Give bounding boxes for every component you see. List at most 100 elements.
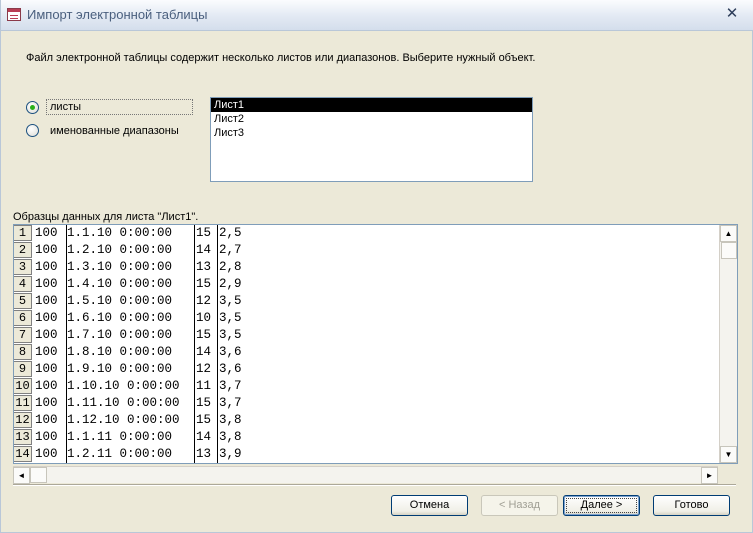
table-cell: 100 bbox=[35, 277, 58, 291]
table-cell: 15 bbox=[196, 396, 212, 410]
row-number: 5 bbox=[14, 293, 32, 309]
sample-data-label: Образцы данных для листа "Лист1". bbox=[13, 211, 199, 223]
table-cell: 100 bbox=[35, 396, 58, 410]
import-spreadsheet-dialog: Импорт электронной таблицы ✕ Файл электр… bbox=[0, 0, 753, 533]
table-cell: 100 bbox=[35, 260, 58, 274]
table-cell: 12 bbox=[196, 294, 212, 308]
row-number: 3 bbox=[14, 259, 32, 275]
vertical-scrollbar[interactable]: ▲ ▼ bbox=[719, 225, 737, 463]
table-row[interactable]: 5 100 1.5.10 0:00:00 12 3,5 bbox=[14, 293, 720, 310]
scroll-down-icon[interactable]: ▼ bbox=[720, 446, 737, 463]
table-cell: 1.9.10 0:00:00 bbox=[67, 362, 173, 376]
table-cell: 100 bbox=[35, 226, 58, 240]
table-row[interactable]: 9 100 1.9.10 0:00:00 12 3,6 bbox=[14, 361, 720, 378]
back-button[interactable]: < Назад bbox=[481, 495, 558, 516]
horizontal-scroll-thumb[interactable] bbox=[30, 467, 47, 483]
table-cell: 14 bbox=[196, 243, 212, 257]
table-row[interactable]: 12 100 1.12.10 0:00:00 15 3,8 bbox=[14, 412, 720, 429]
table-cell: 100 bbox=[35, 447, 58, 461]
table-cell: 1.12.10 0:00:00 bbox=[67, 413, 180, 427]
scroll-up-icon[interactable]: ▲ bbox=[720, 225, 737, 242]
row-number: 14 bbox=[14, 446, 32, 462]
sheet-listbox[interactable]: Лист1 Лист2 Лист3 bbox=[210, 97, 533, 182]
radio-sheets-label: листы bbox=[50, 101, 82, 113]
sheet-list-item[interactable]: Лист1 bbox=[211, 98, 532, 112]
horizontal-scrollbar[interactable]: ◄ ► bbox=[13, 466, 718, 484]
table-cell: 100 bbox=[35, 345, 58, 359]
table-cell: 3,6 bbox=[219, 362, 242, 376]
table-row[interactable]: 3 100 1.3.10 0:00:00 13 2,8 bbox=[14, 259, 720, 276]
table-row[interactable]: 14 100 1.2.11 0:00:00 13 3,9 bbox=[14, 446, 720, 463]
table-cell: 100 bbox=[35, 328, 58, 342]
next-button-label: Далее > bbox=[566, 498, 637, 513]
table-row[interactable]: 8 100 1.8.10 0:00:00 14 3,6 bbox=[14, 344, 720, 361]
table-cell: 3,5 bbox=[219, 294, 242, 308]
radio-unselected-icon[interactable] bbox=[26, 124, 39, 137]
next-button[interactable]: Далее > bbox=[563, 495, 640, 516]
table-cell: 1.6.10 0:00:00 bbox=[67, 311, 173, 325]
row-number: 1 bbox=[14, 225, 32, 241]
table-cell: 1.5.10 0:00:00 bbox=[67, 294, 173, 308]
table-cell: 15 bbox=[196, 413, 212, 427]
table-cell: 100 bbox=[35, 294, 58, 308]
table-cell: 3,6 bbox=[219, 345, 242, 359]
row-number: 9 bbox=[14, 361, 32, 377]
table-cell: 13 bbox=[196, 447, 212, 461]
radio-named-ranges[interactable]: именованные диапазоны bbox=[26, 124, 179, 137]
sample-data-grid[interactable]: 1 100 1.1.10 0:00:00 15 2,5 2 100 1.2.10 0:00:0… bbox=[13, 224, 738, 464]
scroll-left-icon[interactable]: ◄ bbox=[13, 467, 30, 484]
table-cell: 100 bbox=[35, 362, 58, 376]
table-cell: 1.3.10 0:00:00 bbox=[67, 260, 173, 274]
radio-sheets[interactable]: листы bbox=[26, 99, 193, 115]
table-cell: 3,5 bbox=[219, 328, 242, 342]
table-row[interactable]: 4 100 1.4.10 0:00:00 15 2,9 bbox=[14, 276, 720, 293]
table-cell: 15 bbox=[196, 277, 212, 291]
table-cell: 3,7 bbox=[219, 379, 242, 393]
table-row[interactable]: 7 100 1.7.10 0:00:00 15 3,5 bbox=[14, 327, 720, 344]
table-cell: 3,8 bbox=[219, 430, 242, 444]
table-cell: 12 bbox=[196, 362, 212, 376]
title-bar[interactable]: Импорт электронной таблицы ✕ bbox=[1, 0, 753, 31]
finish-button[interactable]: Готово bbox=[653, 495, 730, 516]
table-cell: 1.7.10 0:00:00 bbox=[67, 328, 173, 342]
table-cell: 3,5 bbox=[219, 311, 242, 325]
window-title: Импорт электронной таблицы bbox=[27, 7, 208, 22]
row-number: 7 bbox=[14, 327, 32, 343]
vertical-scroll-thumb[interactable] bbox=[721, 242, 737, 259]
row-number: 12 bbox=[14, 412, 32, 428]
table-cell: 2,5 bbox=[219, 226, 242, 240]
table-cell: 15 bbox=[196, 328, 212, 342]
table-row[interactable]: 1 100 1.1.10 0:00:00 15 2,5 bbox=[14, 225, 720, 242]
close-icon[interactable]: ✕ bbox=[719, 4, 745, 24]
radio-selected-icon[interactable] bbox=[26, 100, 39, 114]
column-separator bbox=[217, 225, 218, 463]
row-number: 6 bbox=[14, 310, 32, 326]
table-cell: 1.4.10 0:00:00 bbox=[67, 277, 173, 291]
table-row[interactable]: 10 100 1.10.10 0:00:00 11 3,7 bbox=[14, 378, 720, 395]
row-number: 11 bbox=[14, 395, 32, 411]
sheet-list-item[interactable]: Лист3 bbox=[211, 126, 532, 140]
sheet-list-item[interactable]: Лист2 bbox=[211, 112, 532, 126]
table-row[interactable]: 13 100 1.1.11 0:00:00 14 3,8 bbox=[14, 429, 720, 446]
table-row[interactable]: 6 100 1.6.10 0:00:00 10 3,5 bbox=[14, 310, 720, 327]
table-cell: 2,9 bbox=[219, 277, 242, 291]
table-cell: 1.11.10 0:00:00 bbox=[67, 396, 180, 410]
divider bbox=[13, 484, 736, 486]
table-cell: 10 bbox=[196, 311, 212, 325]
table-cell: 1.8.10 0:00:00 bbox=[67, 345, 173, 359]
cancel-button[interactable]: Отмена bbox=[391, 495, 468, 516]
table-row[interactable]: 2 100 1.2.10 0:00:00 14 2,7 bbox=[14, 242, 720, 259]
row-number: 13 bbox=[14, 429, 32, 445]
table-cell: 2,7 bbox=[219, 243, 242, 257]
table-cell: 11 bbox=[196, 379, 212, 393]
row-number: 10 bbox=[14, 378, 32, 394]
table-cell: 14 bbox=[196, 430, 212, 444]
scroll-right-icon[interactable]: ► bbox=[701, 467, 718, 484]
column-separator bbox=[194, 225, 195, 463]
instruction-text: Файл электронной таблицы содержит нескол… bbox=[26, 52, 536, 64]
table-cell: 100 bbox=[35, 311, 58, 325]
table-row[interactable]: 11 100 1.11.10 0:00:00 15 3,7 bbox=[14, 395, 720, 412]
table-cell: 3,7 bbox=[219, 396, 242, 410]
radio-sheets-focus: листы bbox=[46, 99, 193, 115]
table-cell: 15 bbox=[196, 226, 212, 240]
